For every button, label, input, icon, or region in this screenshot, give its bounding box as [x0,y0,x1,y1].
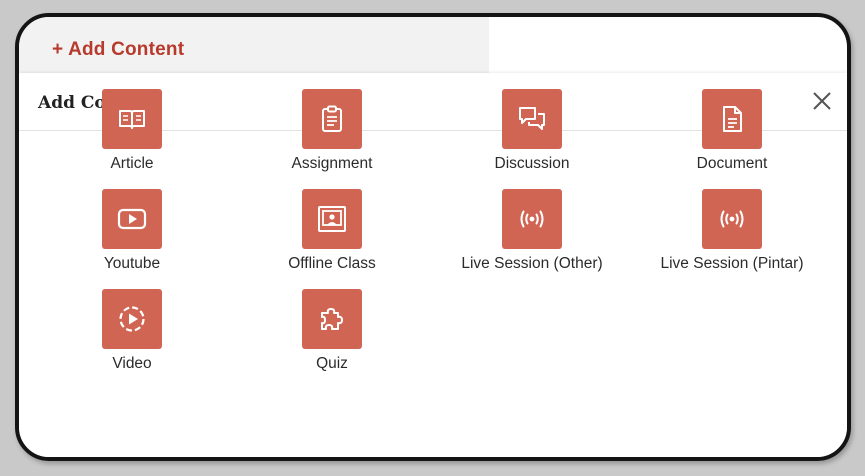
content-toolbar: + Add Content [19,17,489,73]
document-tile [702,89,762,149]
clipboard-icon [322,105,342,132]
video-play-icon [119,306,145,332]
add-content-link[interactable]: + Add Content [52,39,184,61]
assignment-tile [302,89,362,149]
item-label: Youtube [103,255,161,272]
youtube-play-icon [117,208,147,230]
broadcast-icon [720,210,744,228]
item-label: Document [696,155,768,172]
content-type-article[interactable]: Article [32,89,232,179]
broadcast-icon [520,210,544,228]
item-label: Live Session (Pintar) [660,255,804,272]
content-type-live-session-other[interactable]: Live Session (Other) [432,189,632,279]
app-window: + Add Content Add Content Article Assign… [15,13,851,461]
presentation-board-icon [318,206,346,232]
content-type-offline-class[interactable]: Offline Class [232,189,432,279]
article-tile [102,89,162,149]
live-session-other-tile [502,189,562,249]
document-icon [723,106,742,132]
book-open-icon [119,110,145,129]
content-type-video[interactable]: Video [32,289,232,379]
item-label: Article [110,155,154,172]
content-type-discussion[interactable]: Discussion [432,89,632,179]
youtube-tile [102,189,162,249]
discussion-tile [502,89,562,149]
puzzle-icon [321,308,343,330]
content-type-quiz[interactable]: Quiz [232,289,432,379]
item-label: Offline Class [288,255,376,272]
live-session-pintar-tile [702,189,762,249]
content-type-document[interactable]: Document [632,89,832,179]
content-type-live-session-pintar[interactable]: Live Session (Pintar) [632,189,832,279]
item-label: Live Session (Other) [461,255,603,272]
quiz-tile [302,289,362,349]
content-type-youtube[interactable]: Youtube [32,189,232,279]
offline-class-tile [302,189,362,249]
item-label: Discussion [494,155,570,172]
content-type-assignment[interactable]: Assignment [232,89,432,179]
item-label: Video [112,355,152,372]
chat-bubbles-icon [519,107,545,130]
item-label: Quiz [316,355,348,372]
video-tile [102,289,162,349]
item-label: Assignment [291,155,373,172]
